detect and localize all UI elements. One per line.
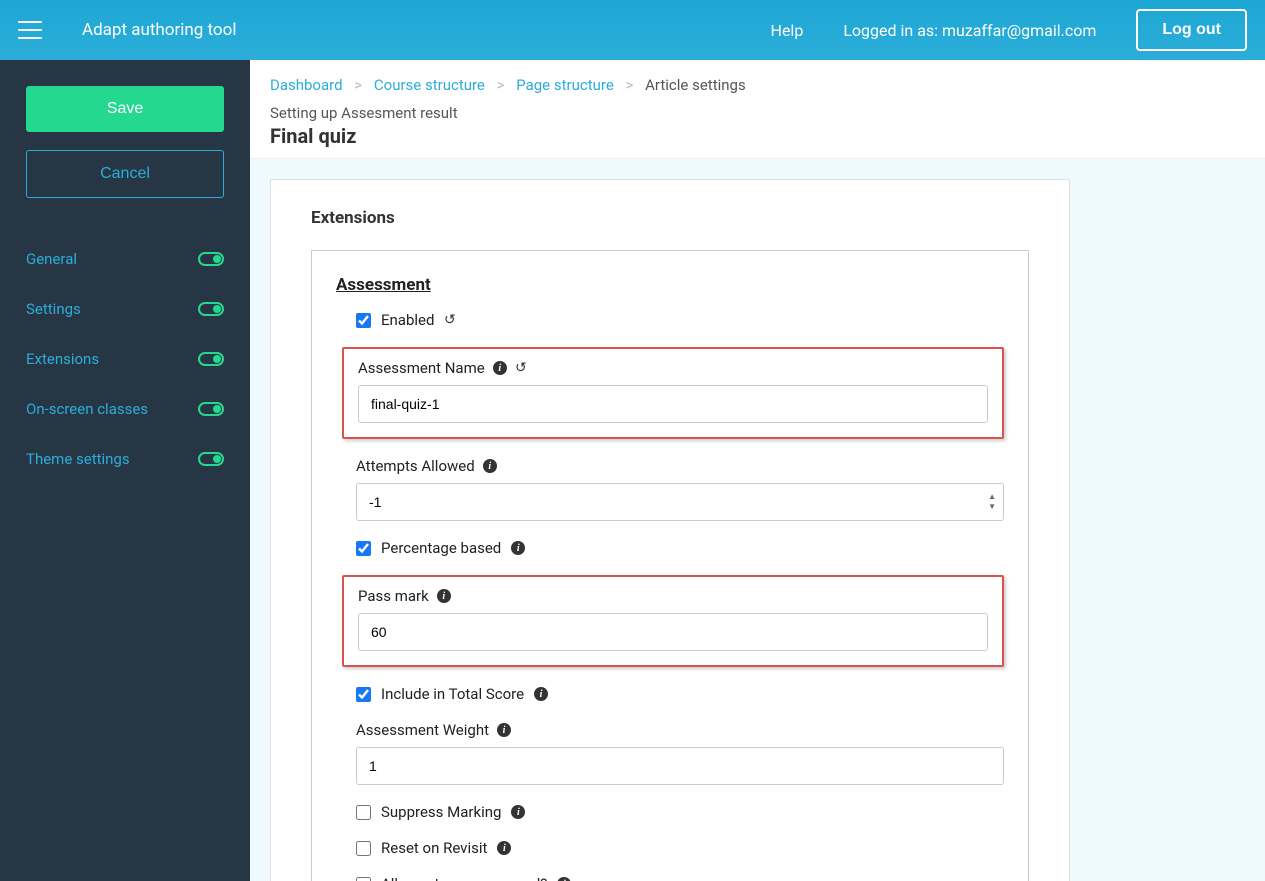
- toggle-icon: [198, 402, 224, 416]
- breadcrumb-page-structure[interactable]: Page structure: [516, 76, 614, 94]
- info-icon[interactable]: i: [511, 805, 525, 819]
- passmark-label: Pass mark: [358, 587, 429, 605]
- attempts-label: Attempts Allowed: [356, 457, 475, 475]
- info-icon[interactable]: i: [557, 877, 571, 881]
- sidebar-item-settings[interactable]: Settings: [26, 284, 224, 334]
- retry-label: Allow retry once passed?: [381, 875, 547, 881]
- chevron-right-icon: >: [354, 76, 362, 94]
- section-title: Assessment: [336, 275, 1004, 295]
- info-icon[interactable]: i: [437, 589, 451, 603]
- retry-checkbox[interactable]: [356, 877, 371, 881]
- pass-mark-group: Pass mark i: [342, 575, 1004, 667]
- reset-label: Reset on Revisit: [381, 839, 487, 857]
- enabled-checkbox[interactable]: [356, 313, 371, 328]
- sidebar-item-theme-settings[interactable]: Theme settings: [26, 434, 224, 484]
- page-subtitle: Setting up Assesment result: [270, 104, 1245, 122]
- page-title: Final quiz: [270, 124, 1245, 148]
- info-icon[interactable]: i: [493, 361, 507, 375]
- hamburger-menu-icon[interactable]: [18, 21, 42, 39]
- info-icon[interactable]: i: [511, 541, 525, 555]
- toggle-icon: [198, 452, 224, 466]
- logged-in-text: Logged in as: muzaffar@gmail.com: [843, 21, 1096, 40]
- sidebar-item-label: Extensions: [26, 350, 99, 368]
- breadcrumb: Dashboard > Course structure > Page stru…: [270, 76, 1245, 94]
- cancel-button[interactable]: Cancel: [26, 150, 224, 198]
- sidebar-item-extensions[interactable]: Extensions: [26, 334, 224, 384]
- info-icon[interactable]: i: [497, 723, 511, 737]
- info-icon[interactable]: i: [497, 841, 511, 855]
- breadcrumb-current: Article settings: [645, 76, 746, 94]
- help-link[interactable]: Help: [771, 21, 804, 40]
- app-title: Adapt authoring tool: [82, 20, 236, 40]
- sidebar-item-onscreen-classes[interactable]: On-screen classes: [26, 384, 224, 434]
- toggle-icon: [198, 302, 224, 316]
- sidebar-item-label: Theme settings: [26, 450, 130, 468]
- sidebar-item-general[interactable]: General: [26, 234, 224, 284]
- include-total-checkbox[interactable]: [356, 687, 371, 702]
- include-total-label: Include in Total Score: [381, 685, 524, 703]
- reset-icon[interactable]: ↻: [444, 312, 456, 328]
- breadcrumb-course-structure[interactable]: Course structure: [374, 76, 485, 94]
- number-stepper[interactable]: ▲▼: [988, 493, 996, 511]
- chevron-right-icon: >: [497, 76, 505, 94]
- enabled-label: Enabled: [381, 311, 434, 329]
- percentage-checkbox[interactable]: [356, 541, 371, 556]
- info-icon[interactable]: i: [534, 687, 548, 701]
- attempts-input[interactable]: [356, 483, 1004, 521]
- weight-label: Assessment Weight: [356, 721, 489, 739]
- percentage-label: Percentage based: [381, 539, 501, 557]
- suppress-label: Suppress Marking: [381, 803, 501, 821]
- panel-title: Extensions: [311, 208, 1029, 228]
- info-icon[interactable]: i: [483, 459, 497, 473]
- assessment-name-label: Assessment Name: [358, 359, 485, 377]
- assessment-name-group: Assessment Name i ↻: [342, 347, 1004, 439]
- chevron-right-icon: >: [626, 76, 634, 94]
- breadcrumb-dashboard[interactable]: Dashboard: [270, 76, 343, 94]
- reset-icon[interactable]: ↻: [515, 360, 527, 376]
- toggle-icon: [198, 252, 224, 266]
- save-button[interactable]: Save: [26, 86, 224, 132]
- reset-checkbox[interactable]: [356, 841, 371, 856]
- passmark-input[interactable]: [358, 613, 988, 651]
- sidebar-item-label: General: [26, 250, 77, 268]
- sidebar-item-label: On-screen classes: [26, 400, 148, 418]
- toggle-icon: [198, 352, 224, 366]
- logout-button[interactable]: Log out: [1136, 9, 1247, 51]
- sidebar-item-label: Settings: [26, 300, 81, 318]
- suppress-checkbox[interactable]: [356, 805, 371, 820]
- weight-input[interactable]: [356, 747, 1004, 785]
- assessment-name-input[interactable]: [358, 385, 988, 423]
